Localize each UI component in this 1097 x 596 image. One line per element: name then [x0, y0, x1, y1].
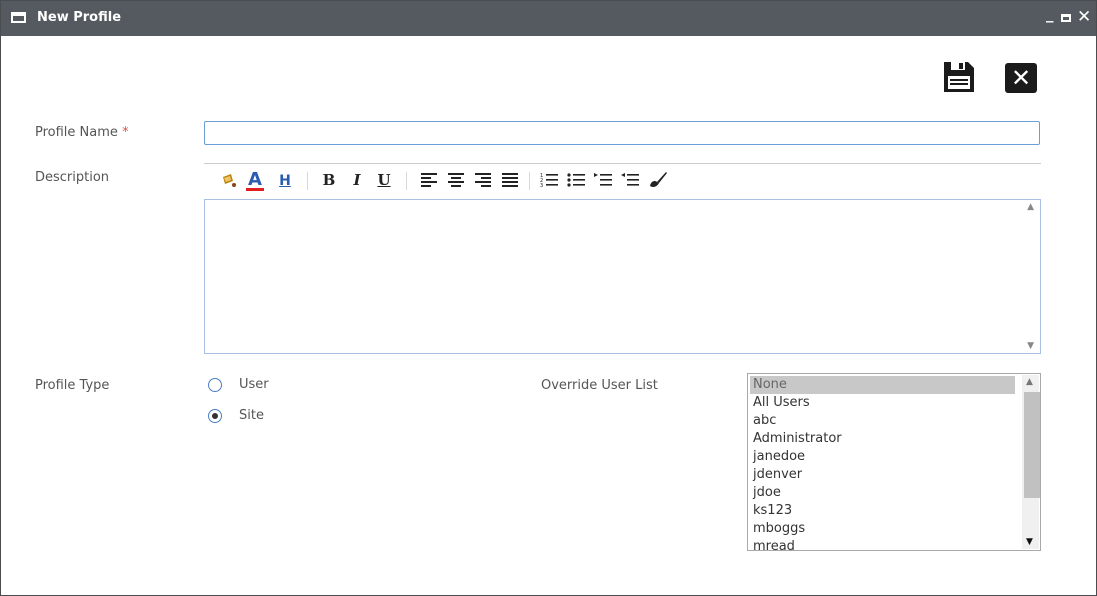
profile-type-site-radio[interactable] [208, 409, 222, 423]
maximize-icon[interactable] [1061, 14, 1071, 22]
align-justify-icon[interactable] [500, 168, 520, 192]
profile-name-label-text: Profile Name [35, 125, 118, 140]
user-list-item[interactable]: mread [750, 538, 1015, 550]
user-list-item[interactable]: mboggs [750, 520, 1015, 538]
underline-icon[interactable]: U [374, 168, 394, 192]
window-title: New Profile [37, 10, 122, 25]
user-list-item[interactable]: Administrator [750, 430, 1015, 448]
window-icon [11, 12, 26, 23]
listbox-scrollbar[interactable]: ▲ ▼ [1022, 375, 1040, 549]
align-right-icon[interactable] [473, 168, 493, 192]
scroll-up-icon[interactable]: ▲ [1027, 202, 1034, 212]
cancel-button[interactable]: ✕ [1005, 63, 1037, 93]
scroll-up-icon[interactable]: ▲ [1026, 377, 1033, 387]
profile-type-label: Profile Type [35, 378, 110, 393]
save-button[interactable] [942, 61, 976, 93]
unordered-list-icon[interactable] [566, 168, 586, 192]
required-marker: * [122, 125, 129, 140]
close-window-icon[interactable]: ✕ [1077, 7, 1091, 27]
description-label: Description [35, 170, 110, 185]
user-list-item[interactable]: jdoe [750, 484, 1015, 502]
save-icon [944, 62, 974, 92]
user-list-item[interactable]: All Users [750, 394, 1015, 412]
close-icon: ✕ [1010, 64, 1032, 92]
ordered-list-icon[interactable]: 123 [539, 168, 559, 192]
description-editor[interactable]: ▲ ▼ [204, 199, 1041, 354]
svg-text:3: 3 [540, 183, 543, 188]
user-list-item[interactable]: abc [750, 412, 1015, 430]
scrollbar-thumb[interactable] [1024, 392, 1040, 498]
toolbar-separator [307, 172, 308, 190]
user-list: None All Users abc Administrator janedoe jden… [750, 376, 1015, 550]
toolbar-separator [406, 172, 407, 190]
editor-toolbar-divider [204, 163, 1041, 164]
new-profile-dialog: New Profile _ ✕ ✕ Profile Name * Descrip… [0, 0, 1097, 596]
override-user-listbox[interactable]: None All Users abc Administrator janedoe jden… [747, 373, 1041, 551]
font-color-icon[interactable]: A [245, 168, 265, 192]
format-painter-icon[interactable] [647, 168, 669, 192]
override-user-list-label: Override User List [541, 378, 658, 393]
profile-name-input[interactable] [204, 121, 1040, 145]
indent-icon[interactable] [593, 168, 613, 192]
profile-type-user-radio[interactable] [208, 378, 222, 392]
user-list-item[interactable]: jdenver [750, 466, 1015, 484]
user-list-item[interactable]: ks123 [750, 502, 1015, 520]
scroll-down-icon[interactable]: ▼ [1027, 341, 1034, 351]
outdent-icon[interactable] [620, 168, 640, 192]
toolbar-separator [529, 172, 530, 190]
user-list-item[interactable]: None [750, 376, 1015, 394]
align-center-icon[interactable] [446, 168, 466, 192]
scroll-down-icon[interactable]: ▼ [1026, 537, 1033, 547]
user-list-item[interactable]: janedoe [750, 448, 1015, 466]
profile-name-label: Profile Name * [35, 125, 129, 140]
clean-formatting-icon[interactable] [219, 168, 239, 192]
bold-icon[interactable]: B [319, 168, 339, 192]
highlight-color-icon[interactable]: H [275, 168, 295, 192]
italic-icon[interactable]: I [347, 168, 367, 192]
title-bar[interactable]: New Profile _ ✕ [1, 1, 1096, 36]
minimize-icon[interactable]: _ [1046, 5, 1054, 23]
profile-type-user-label[interactable]: User [239, 377, 269, 392]
align-left-icon[interactable] [419, 168, 439, 192]
profile-type-site-label[interactable]: Site [239, 408, 264, 423]
